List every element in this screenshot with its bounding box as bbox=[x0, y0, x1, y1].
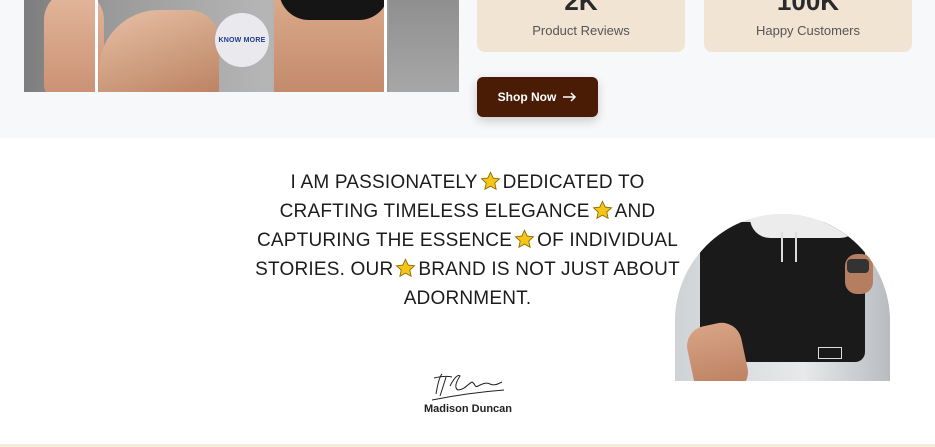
quote-text: I AM PASSIONATELY bbox=[290, 172, 478, 193]
quote-text: ADORNMENT. bbox=[403, 288, 532, 309]
stat-card-customers: 100K Happy Customers bbox=[704, 0, 912, 52]
quote-text: CRAFTING TIMELESS ELEGANCE bbox=[279, 201, 590, 222]
star-icon bbox=[480, 171, 501, 191]
signature-image bbox=[431, 373, 505, 401]
arrow-right-icon bbox=[563, 92, 577, 102]
stat-value: 100K bbox=[776, 0, 840, 16]
stat-card-reviews: 2K Product Reviews bbox=[477, 0, 685, 52]
quote-text: DEDICATED TO bbox=[502, 172, 645, 193]
quote-text: AND bbox=[614, 201, 656, 222]
quote-text: STORIES. OUR bbox=[255, 259, 394, 280]
quote-text: BRAND IS NOT JUST ABOUT bbox=[418, 259, 680, 280]
know-more-button[interactable]: KNOW MORE bbox=[215, 13, 269, 67]
quote-text: CAPTURING THE ESSENCE bbox=[256, 230, 513, 251]
star-icon bbox=[592, 200, 613, 220]
shop-now-label: Shop Now bbox=[497, 90, 557, 104]
stat-label: Product Reviews bbox=[532, 23, 630, 38]
star-icon bbox=[514, 229, 535, 249]
testimonial-quote: I AM PASSIONATELY DEDICATED TO CRAFTING T… bbox=[255, 168, 680, 313]
shop-now-button[interactable]: Shop Now bbox=[477, 77, 598, 117]
stat-label: Happy Customers bbox=[755, 23, 861, 38]
shorts-product-image bbox=[675, 214, 890, 381]
star-icon bbox=[395, 258, 416, 278]
stat-value: 2K bbox=[564, 0, 598, 16]
author-name: Madison Duncan bbox=[423, 403, 512, 415]
quote-text: OF INDIVIDUAL bbox=[537, 230, 679, 251]
